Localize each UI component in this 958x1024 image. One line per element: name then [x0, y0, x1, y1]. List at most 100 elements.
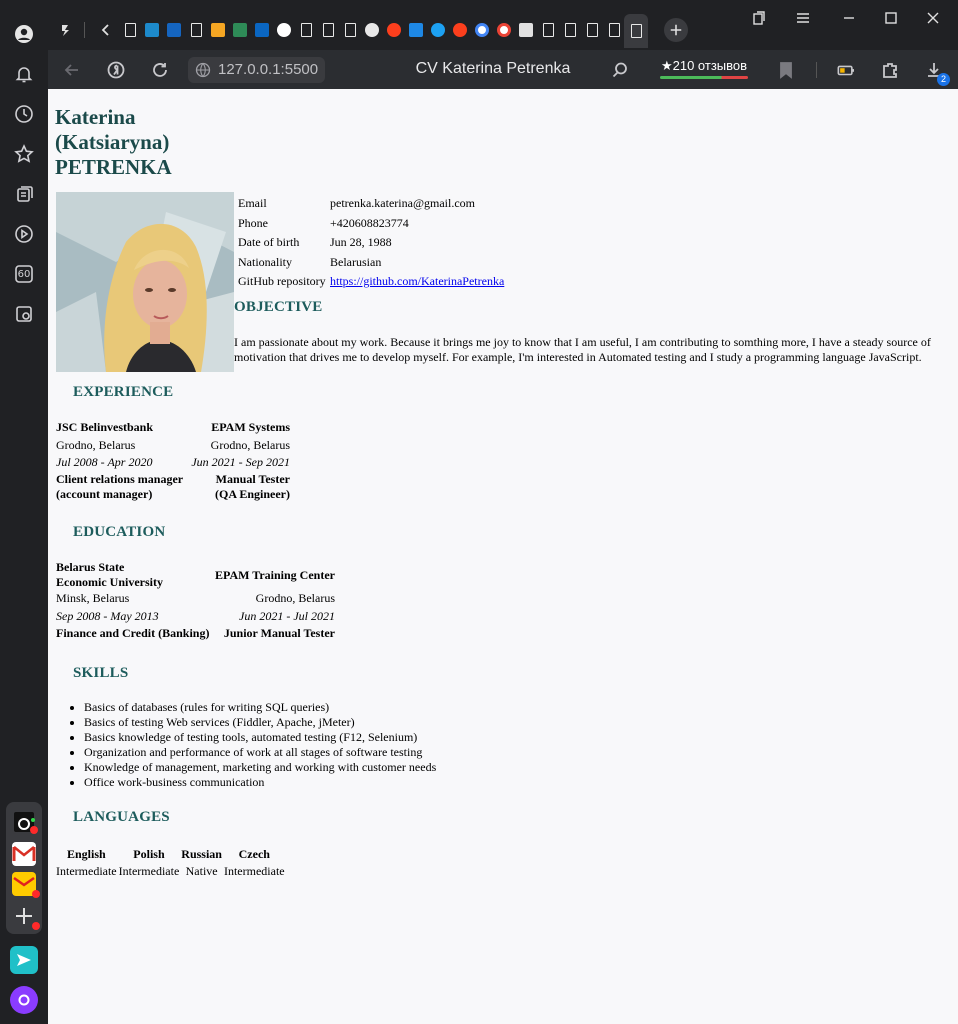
fps-counter-icon[interactable]: 60: [12, 262, 36, 286]
gmail-app-icon[interactable]: [12, 842, 36, 866]
tab-yandex-red-2[interactable]: [450, 20, 470, 40]
cv-name-heading: Katerina (Katsiaryna) PETRENKA: [55, 105, 255, 180]
downloads-count-badge: 2: [937, 73, 950, 86]
skill-item: Organization and performance of work at …: [84, 745, 436, 760]
tab-strip: [48, 0, 958, 50]
contact-row: Phone +420608823774: [237, 215, 505, 233]
battery-saver-icon[interactable]: [836, 60, 856, 80]
language-name: Russian: [181, 847, 222, 861]
education-heading: EDUCATION: [73, 524, 166, 540]
contact-info-table: Email petrenka.katerina@gmail.com Phone +4…: [235, 193, 507, 293]
address-bar[interactable]: 127.0.0.1:5500: [188, 57, 325, 83]
profile-photo: [56, 192, 234, 372]
tab-orange-app[interactable]: [208, 20, 228, 40]
tab-document-2[interactable]: [186, 20, 206, 40]
collections-window-icon[interactable]: [750, 10, 768, 28]
fps-counter-label: 60: [17, 268, 31, 280]
browser-toolbar: 127.0.0.1:5500 CV Katerina Petrenka ★210…: [48, 50, 958, 89]
tab-linkedin[interactable]: [252, 20, 272, 40]
tab-document-8[interactable]: [582, 20, 602, 40]
tab-google-2[interactable]: [494, 20, 514, 40]
extensions-icon[interactable]: [880, 60, 900, 80]
name-last: PETRENKA: [55, 155, 172, 179]
tab-translate-en[interactable]: [406, 20, 426, 40]
languages-heading: LANGUAGES: [73, 809, 170, 825]
yandex-mail-app-icon[interactable]: [12, 872, 40, 898]
collections-icon[interactable]: [12, 182, 36, 206]
experience-place: Grodno, Belarus: [56, 437, 136, 452]
sidebar-app-dock: [6, 802, 42, 934]
tab-x-app[interactable]: [142, 20, 162, 40]
globe-icon: [195, 62, 211, 78]
contact-key: Date of birth: [238, 235, 300, 249]
experience-dates: Jun 2021 - Sep 2021: [191, 455, 290, 469]
tab-document-6[interactable]: [538, 20, 558, 40]
tab-green-app[interactable]: [230, 20, 250, 40]
tab-document-5[interactable]: [340, 20, 360, 40]
bookmarks-star-icon[interactable]: [12, 142, 36, 166]
experience-org: EPAM Systems: [211, 420, 290, 434]
alice-assistant-icon[interactable]: [10, 986, 38, 1014]
skills-list: Basics of databases (rules for writing S…: [84, 700, 436, 790]
skill-item: Basics of databases (rules for writing S…: [84, 700, 436, 715]
tab-active-cv[interactable]: [624, 14, 648, 48]
tab-chat-app[interactable]: [516, 20, 536, 40]
screenshot-camera-icon[interactable]: [12, 302, 36, 326]
messenger-app-icon[interactable]: [10, 946, 38, 974]
minimize-window-icon[interactable]: [840, 10, 858, 28]
github-link[interactable]: https://github.com/KaterinaPetrenka: [330, 274, 504, 288]
reviews-rating-badge[interactable]: ★210 отзывов: [658, 57, 750, 81]
tab-document-9[interactable]: [604, 20, 624, 40]
new-tab-button[interactable]: [664, 18, 688, 42]
tab-twitter[interactable]: [428, 20, 448, 40]
language-name: English: [66, 847, 106, 861]
education-field: Junior Manual Tester: [223, 626, 335, 640]
tabs-back-chevron-icon[interactable]: [96, 20, 116, 40]
name-alt: (Katsiaryna): [55, 130, 170, 154]
tab-github[interactable]: [362, 20, 382, 40]
toolbar-divider: [816, 62, 817, 78]
history-clock-icon[interactable]: [12, 102, 36, 126]
notifications-bell-icon[interactable]: [12, 62, 36, 86]
objective-heading: OBJECTIVE: [234, 299, 323, 315]
yandex-home-icon[interactable]: [106, 60, 126, 80]
maximize-window-icon[interactable]: [882, 10, 900, 28]
language-level: Native: [185, 864, 218, 878]
tab-yandex-y[interactable]: [274, 20, 294, 40]
education-field: Finance and Credit (Banking): [56, 626, 210, 640]
language-level: Intermediate: [56, 864, 117, 878]
add-app-plus-icon[interactable]: [12, 904, 40, 930]
languages-table: English Polish Russian Czech Intermediat…: [55, 846, 286, 880]
browser-sidebar: 60: [0, 0, 48, 1024]
close-window-icon[interactable]: [924, 10, 942, 28]
language-level: Intermediate: [118, 864, 180, 878]
page-title: CV Katerina Petrenka: [415, 60, 571, 77]
back-arrow-icon[interactable]: [62, 60, 82, 80]
education-org: EPAM Training Center: [215, 567, 335, 582]
contact-value: Jun 28, 1988: [330, 235, 392, 249]
language-name: Polish: [133, 847, 165, 861]
tab-yandex-red-1[interactable]: [384, 20, 404, 40]
language-level: Intermediate: [223, 864, 285, 878]
alice-camera-app-icon[interactable]: [12, 810, 38, 834]
tab-document-1[interactable]: [120, 20, 140, 40]
page-viewport: Katerina (Katsiaryna) PETRENKA Email petr…: [48, 89, 958, 1024]
tab-pinned-app[interactable]: [56, 20, 76, 40]
tab-divider: [84, 22, 85, 38]
experience-table: JSC Belinvestbank EPAM Systems Grodno, B…: [56, 419, 290, 502]
tab-document-7[interactable]: [560, 20, 580, 40]
downloads-icon[interactable]: 2: [924, 60, 950, 86]
tab-document-4[interactable]: [318, 20, 338, 40]
reload-icon[interactable]: [150, 60, 170, 80]
tab-google-1[interactable]: [472, 20, 492, 40]
skill-item: Basics of testing Web services (Fiddler,…: [84, 715, 436, 730]
contact-key: Email: [238, 196, 267, 210]
profile-avatar-icon[interactable]: [12, 22, 36, 46]
media-play-icon[interactable]: [12, 222, 36, 246]
experience-role: Manual Tester (QA Engineer): [215, 471, 290, 501]
tab-document-3[interactable]: [296, 20, 316, 40]
page-search-icon[interactable]: [610, 60, 630, 80]
tab-video[interactable]: [164, 20, 184, 40]
menu-hamburger-icon[interactable]: [794, 10, 812, 28]
bookmark-flag-icon[interactable]: [776, 60, 796, 80]
